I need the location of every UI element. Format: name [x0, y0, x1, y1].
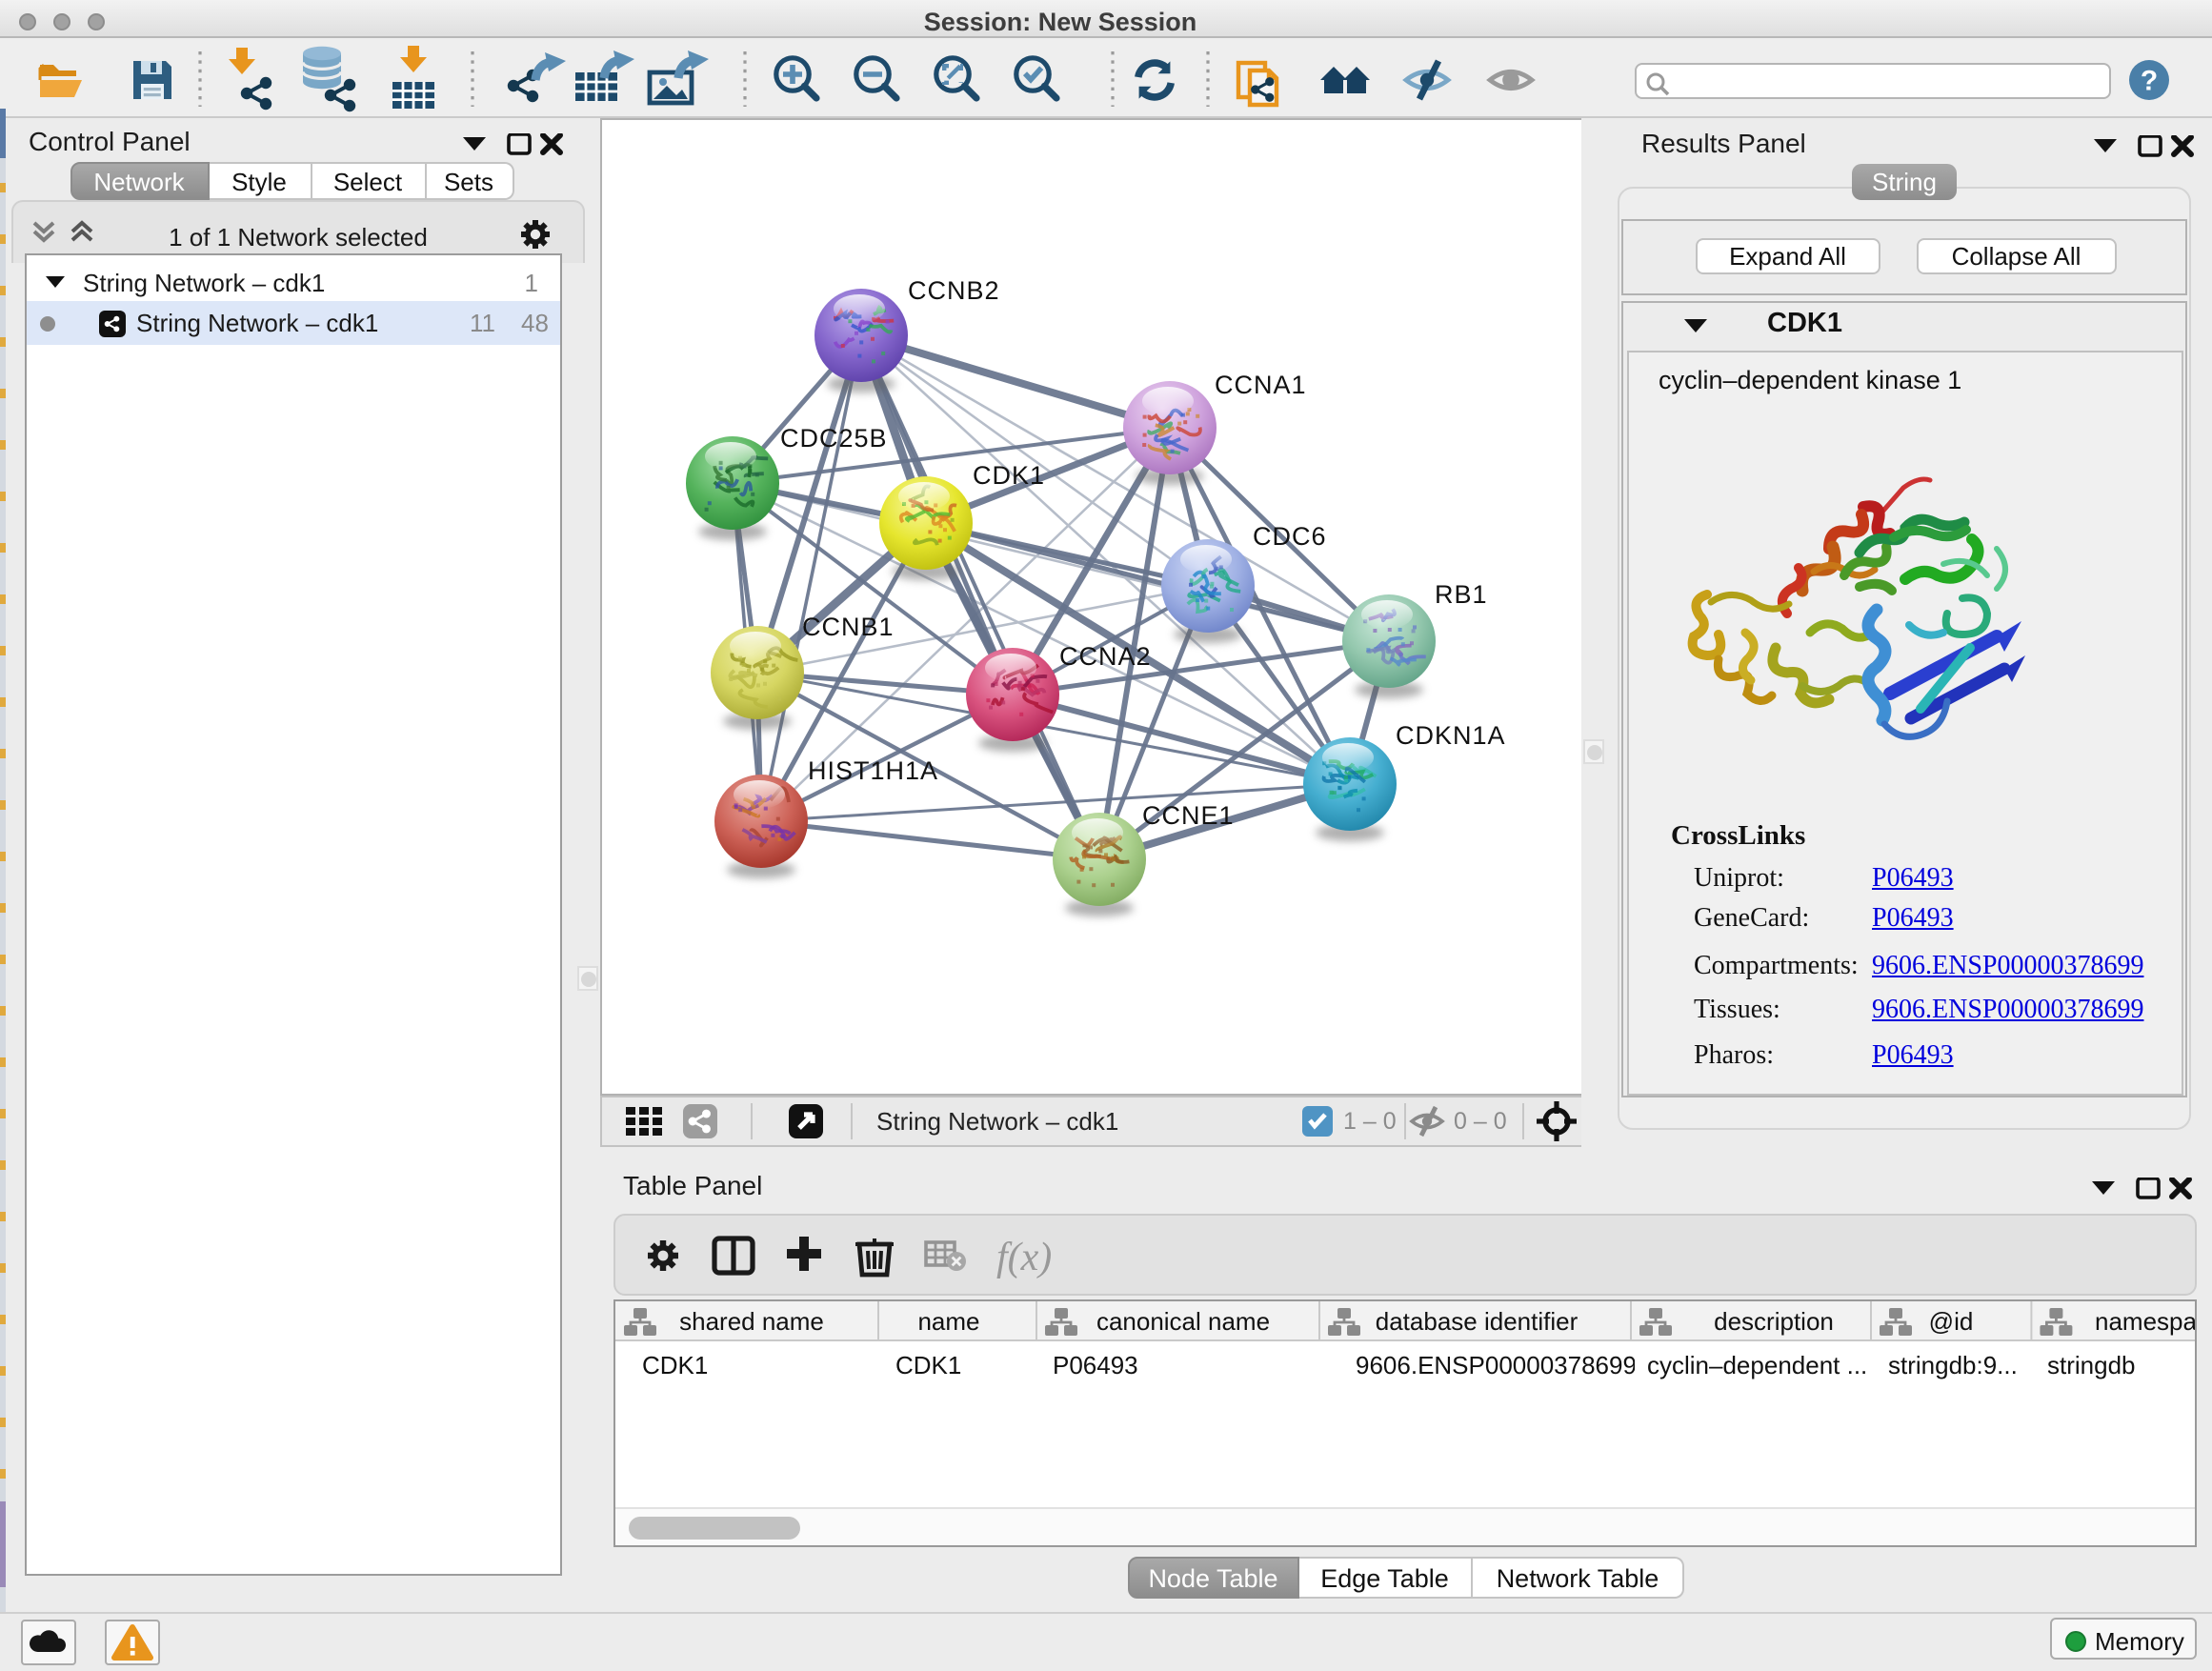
- svg-text:database identifier: database identifier: [1375, 1306, 1578, 1335]
- svg-text:description: description: [1713, 1306, 1833, 1335]
- svg-text:f(x): f(x): [995, 1235, 1051, 1278]
- svg-text:CDC6: CDC6: [1252, 522, 1326, 551]
- svg-text:name: name: [916, 1306, 978, 1335]
- svg-text:CCNA1: CCNA1: [1214, 371, 1306, 399]
- svg-text:@id: @id: [1928, 1306, 1973, 1335]
- svg-text:CDK1: CDK1: [972, 461, 1044, 490]
- svg-text:0 – 0: 0 – 0: [1453, 1108, 1506, 1135]
- svg-text:1 – 0: 1 – 0: [1342, 1108, 1396, 1135]
- svg-text:String Network – cdk1: String Network – cdk1: [875, 1107, 1117, 1136]
- svg-text:?: ?: [2141, 65, 2158, 96]
- svg-text:canonical name: canonical name: [1096, 1306, 1269, 1335]
- svg-text:CDC25B: CDC25B: [779, 424, 887, 453]
- svg-text:CCNB1: CCNB1: [801, 613, 894, 641]
- svg-text:namespace: namespace: [2094, 1306, 2194, 1335]
- svg-text:shared name: shared name: [678, 1306, 823, 1335]
- svg-text:CCNE1: CCNE1: [1141, 801, 1234, 830]
- svg-text:CCNA2: CCNA2: [1058, 642, 1151, 671]
- svg-text:RB1: RB1: [1434, 580, 1487, 609]
- svg-text:HIST1H1A: HIST1H1A: [807, 756, 937, 785]
- svg-text:CCNB2: CCNB2: [907, 276, 999, 305]
- svg-text:CDKN1A: CDKN1A: [1395, 721, 1505, 750]
